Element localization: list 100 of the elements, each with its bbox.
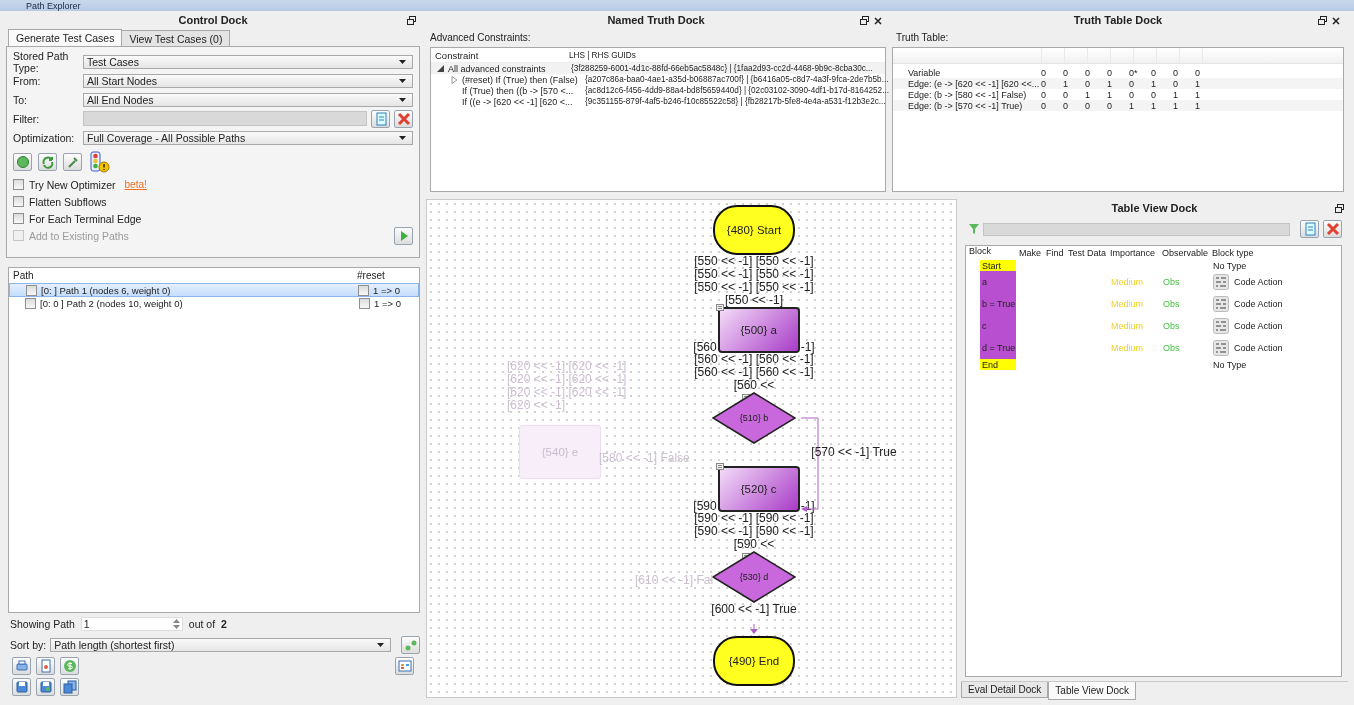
toolbar-button[interactable] xyxy=(36,657,55,675)
toolbar-button[interactable] xyxy=(60,678,79,696)
dropdown[interactable]: Full Coverage - All Possible Paths xyxy=(83,130,413,145)
row-label: Edge: (b -> [570 << -1] True) xyxy=(907,100,1024,111)
toolbar-button[interactable] xyxy=(13,153,32,171)
apply-filter-button[interactable] xyxy=(1300,220,1319,238)
clear-filter-button[interactable] xyxy=(394,109,413,128)
dropdown[interactable]: Path length (shortest first) xyxy=(50,638,391,652)
constraint-label: All advanced constraints xyxy=(448,63,546,74)
edge-label: [550 << -1] xyxy=(724,294,783,307)
dropdown[interactable]: All Start Nodes xyxy=(83,73,413,88)
float-icon[interactable] xyxy=(1335,204,1344,213)
edge-label: [620 << -1] [620 << -1] xyxy=(507,373,627,386)
dock-title: Table View Dock xyxy=(1111,202,1198,214)
edge-label: -1] xyxy=(800,341,815,354)
collapsed-icon[interactable] xyxy=(451,75,458,84)
process-node[interactable]: {500} a xyxy=(717,307,800,353)
expanded-icon[interactable] xyxy=(437,65,444,72)
apply-filter-button[interactable] xyxy=(371,109,390,128)
toolbar-button[interactable] xyxy=(36,678,55,696)
guid-cell: {a207c86a-baa0-4ae1-a35d-b06887ac700f} | {b6416a05-c8d7-4a3f-9fca-2de7b5b... xyxy=(585,75,889,84)
importance-cell-text: Medium xyxy=(1111,343,1144,353)
field-label: From: xyxy=(13,74,42,87)
table-cell-text: 0 xyxy=(1129,78,1135,89)
guid-cell: {9c351155-879f-4af5-b246-f10c85522c58} | {fb28217b-5fe8-4e4a-a531-f12b3e2c... xyxy=(585,97,886,106)
option-label: Flatten Subflows xyxy=(29,195,107,208)
code-icon xyxy=(715,463,724,470)
checkbox[interactable] xyxy=(25,297,36,309)
close-icon xyxy=(1325,222,1340,236)
tab[interactable]: Generate Test Cases xyxy=(8,29,123,46)
row-label: Variable xyxy=(907,67,942,78)
checkbox[interactable] xyxy=(13,196,24,207)
dropdown[interactable]: Test Cases xyxy=(83,54,413,69)
table-cell-text: 1 xyxy=(1195,100,1201,111)
out-of-label: out of xyxy=(188,618,216,630)
checkbox[interactable] xyxy=(359,297,370,309)
process-node[interactable]: {520} c xyxy=(717,466,800,512)
path-row[interactable]: [0: ] Path 1 (nodes 6, weight 0) 1 => 0 xyxy=(9,283,419,297)
checkbox[interactable] xyxy=(13,213,24,224)
sort-button[interactable] xyxy=(401,636,420,654)
option-label: For Each Terminal Edge xyxy=(29,212,142,225)
dollar-icon xyxy=(62,659,77,673)
edge-label: [560 << xyxy=(733,379,775,392)
clear-filter-button[interactable] xyxy=(1323,220,1342,238)
run-button[interactable] xyxy=(394,226,413,245)
column-header: Find xyxy=(1046,248,1065,258)
table-cell-text: 0 xyxy=(1085,78,1091,89)
column-header: LHS | RHS GUIDs xyxy=(569,50,637,60)
caret-icon xyxy=(377,643,384,647)
column-header: Make xyxy=(1019,248,1042,258)
checkbox[interactable] xyxy=(358,284,369,296)
toolbar-button[interactable] xyxy=(12,678,31,696)
float-icon[interactable] xyxy=(1318,16,1327,25)
constraint-label: (#reset) If (True) then (False) xyxy=(462,74,578,85)
column-header: Block type xyxy=(1212,248,1254,258)
dock-title: Control Dock xyxy=(178,14,248,26)
tab[interactable]: Table View Dock xyxy=(1048,682,1137,700)
column-header: #reset xyxy=(357,270,386,281)
section-label: Advanced Constraints: xyxy=(429,31,532,45)
float-icon[interactable] xyxy=(860,16,869,25)
filter-field[interactable] xyxy=(983,222,1290,236)
toolbar-button[interactable] xyxy=(395,657,414,675)
dropdown[interactable]: All End Nodes xyxy=(83,92,413,107)
decision-node[interactable]: {510} b xyxy=(712,392,796,444)
table-cell-text: 1 xyxy=(1195,78,1201,89)
edge-label: [610 << -1] Fal xyxy=(635,574,714,587)
close-icon[interactable] xyxy=(874,16,882,25)
float-icon[interactable] xyxy=(407,16,416,25)
stacked-pages-icon xyxy=(62,680,77,694)
terminal-node[interactable]: {490} End xyxy=(713,636,795,686)
column-header: Importance xyxy=(1110,248,1157,258)
table-cell-text: 1 xyxy=(1107,89,1113,100)
toolbar-button[interactable] xyxy=(60,657,79,675)
table-cell-text: 1 xyxy=(1173,100,1179,111)
checkbox[interactable] xyxy=(26,284,37,296)
filter-field[interactable] xyxy=(83,111,367,126)
block-cell: d = True xyxy=(980,337,1016,359)
column-header: Block xyxy=(968,246,992,258)
toolbar-button[interactable] xyxy=(63,153,82,171)
caret-icon xyxy=(399,59,406,64)
close-icon[interactable] xyxy=(1332,16,1340,25)
table-cell-text: 1 xyxy=(1195,89,1201,100)
importance-cell-text: Medium xyxy=(1111,321,1144,331)
terminal-node[interactable]: {480} Start xyxy=(713,205,795,255)
table-cell-text: 1 xyxy=(1107,78,1113,89)
block-type: Code Action xyxy=(1234,299,1283,309)
path-row[interactable]: [0: 0 ] Path 2 (nodes 10, weight 0) 1 => 0 xyxy=(9,297,419,309)
edge-label: [590 xyxy=(693,500,717,513)
guid-cell-text: {3f288259-6001-4d1c-88fd-66eb5ac5848c} | {1faa2d93-cc2d-4468-9b9c-8cba30c... xyxy=(571,64,874,73)
path-number-spinner[interactable]: 1 xyxy=(80,617,183,631)
tab[interactable]: View Test Cases (0) xyxy=(121,30,231,46)
toolbar-button[interactable] xyxy=(12,657,31,675)
toolbar-button[interactable] xyxy=(38,153,57,171)
checkbox[interactable] xyxy=(13,179,24,190)
path-label: [0: ] Path 1 (nodes 6, weight 0) xyxy=(41,284,171,296)
filter-icon xyxy=(969,224,979,234)
decision-node[interactable]: {530} d xyxy=(712,551,796,603)
tab[interactable]: Eval Detail Dock xyxy=(961,682,1049,698)
edge-label: -1] xyxy=(800,500,815,513)
block-type: No Type xyxy=(1213,260,1247,271)
